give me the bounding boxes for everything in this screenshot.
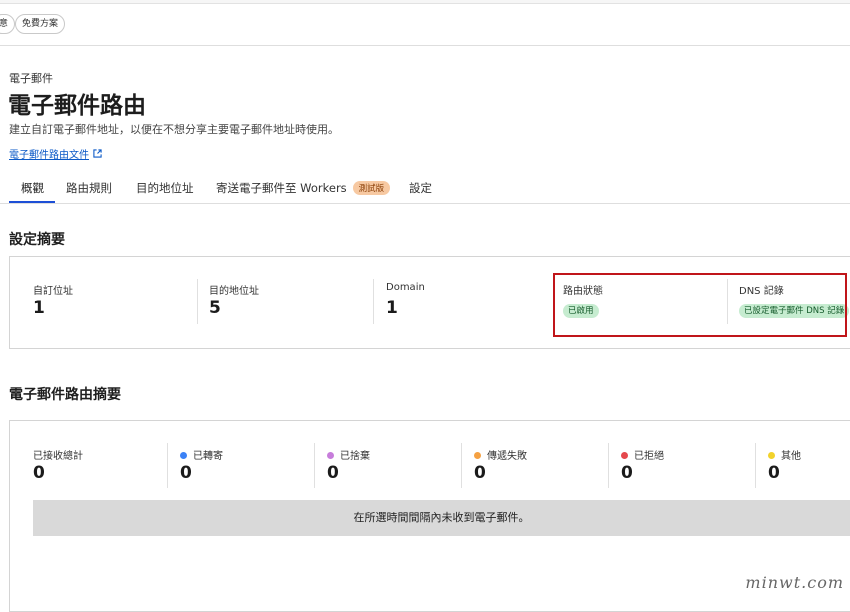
tab-send-to-workers-label[interactable]: 寄送電子郵件至 Workers bbox=[216, 181, 347, 195]
beta-badge: 測試版 bbox=[352, 181, 391, 195]
stat-divider bbox=[167, 443, 168, 488]
delivery-failed-label: 傳遞失敗 bbox=[474, 447, 527, 462]
destination-address-value: 5 bbox=[209, 298, 221, 318]
doc-link-label[interactable]: 電子郵件路由文件 bbox=[9, 150, 89, 161]
tab-settings[interactable]: 設定 bbox=[409, 180, 432, 196]
routing-summary-title: 電子郵件路由摘要 bbox=[9, 387, 121, 403]
watermark: minwt.com bbox=[745, 573, 844, 592]
domain-label: Domain bbox=[386, 282, 425, 293]
page-description: 建立自訂電子郵件地址，以便在不想分享主要電子郵件地址時使用。 bbox=[9, 123, 339, 136]
rejected-label-text: 已拒絕 bbox=[634, 451, 664, 462]
config-summary-title: 設定摘要 bbox=[9, 232, 65, 248]
other-label-text: 其他 bbox=[781, 451, 801, 462]
highlight-box bbox=[553, 273, 847, 337]
tab-send-to-workers[interactable]: 寄送電子郵件至 Workers 測試版 bbox=[216, 180, 391, 196]
rejected-dot-icon bbox=[621, 452, 628, 459]
rejected-value: 0 bbox=[621, 463, 633, 483]
custom-address-value: 1 bbox=[33, 298, 45, 318]
empty-state-message: 在所選時間間隔內未收到電子郵件。 bbox=[33, 500, 850, 536]
other-label: 其他 bbox=[768, 447, 801, 462]
delivery-failed-label-text: 傳遞失敗 bbox=[487, 451, 527, 462]
other-dot-icon bbox=[768, 452, 775, 459]
dropped-dot-icon bbox=[327, 452, 334, 459]
forwarded-label-text: 已轉寄 bbox=[193, 451, 223, 462]
total-received-label: 已接收總計 bbox=[33, 451, 83, 462]
forwarded-dot-icon bbox=[180, 452, 187, 459]
other-value: 0 bbox=[768, 463, 780, 483]
stat-divider bbox=[197, 279, 198, 324]
page-title: 電子郵件路由 bbox=[8, 93, 146, 119]
plan-chip-partial[interactable]: 意 bbox=[0, 14, 16, 34]
tab-overview[interactable]: 概觀 bbox=[21, 180, 44, 196]
dropped-label: 已捨棄 bbox=[327, 447, 370, 462]
custom-address-label: 自訂位址 bbox=[33, 286, 73, 297]
forwarded-label: 已轉寄 bbox=[180, 447, 223, 462]
delivery-failed-value: 0 bbox=[474, 463, 486, 483]
free-plan-chip[interactable]: 免費方案 bbox=[15, 14, 66, 34]
rejected-label: 已拒絕 bbox=[621, 447, 664, 462]
top-border bbox=[0, 0, 850, 4]
stat-divider bbox=[608, 443, 609, 488]
tab-routing-rules[interactable]: 路由規則 bbox=[66, 180, 112, 196]
stat-divider bbox=[314, 443, 315, 488]
header-divider bbox=[0, 45, 850, 46]
tab-destination-addresses[interactable]: 目的地位址 bbox=[136, 180, 194, 196]
dropped-label-text: 已捨棄 bbox=[340, 451, 370, 462]
external-link-icon bbox=[93, 149, 102, 161]
stat-divider bbox=[461, 443, 462, 488]
delivery-failed-dot-icon bbox=[474, 452, 481, 459]
dropped-value: 0 bbox=[327, 463, 339, 483]
stat-divider bbox=[373, 279, 374, 324]
stat-divider bbox=[755, 443, 756, 488]
domain-value: 1 bbox=[386, 298, 398, 318]
tabs-divider bbox=[0, 203, 850, 204]
breadcrumb: 電子郵件 bbox=[9, 72, 53, 85]
destination-address-label: 目的地位址 bbox=[209, 286, 259, 297]
forwarded-value: 0 bbox=[180, 463, 192, 483]
doc-link[interactable]: 電子郵件路由文件 bbox=[9, 143, 102, 162]
total-received-value: 0 bbox=[33, 463, 45, 483]
